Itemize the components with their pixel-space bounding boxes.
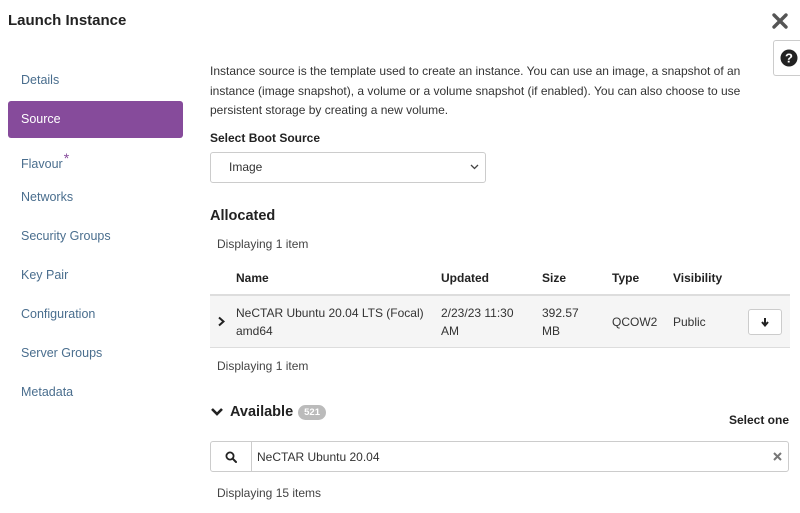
row-name-line2: amd64 xyxy=(236,324,273,338)
table-header: Name Updated Size Type Visibility xyxy=(210,261,790,296)
available-heading: Available xyxy=(230,404,294,420)
search-box xyxy=(210,441,789,472)
step-source[interactable]: Source xyxy=(8,101,183,138)
allocated-count-top: Displaying 1 item xyxy=(217,237,309,251)
step-flavour[interactable]: Flavour* xyxy=(8,140,183,177)
source-description: Instance source is the template used to … xyxy=(210,64,741,117)
arrow-down-icon xyxy=(761,318,769,327)
column-type: Type xyxy=(612,271,640,285)
boot-source-label: Select Boot Source xyxy=(210,131,321,145)
modal-title: Launch Instance xyxy=(8,12,127,29)
column-updated: Updated xyxy=(441,271,489,285)
table-row: NeCTAR Ubuntu 20.04 LTS (Focal) amd64 2/… xyxy=(210,296,790,348)
row-size-line2: MB xyxy=(542,324,560,338)
row-name-line1: NeCTAR Ubuntu 20.04 LTS (Focal) xyxy=(236,306,424,320)
search-button[interactable] xyxy=(211,442,252,471)
step-metadata[interactable]: Metadata xyxy=(8,374,183,411)
step-details[interactable]: Details xyxy=(8,62,183,99)
boot-source-select[interactable]: Image xyxy=(210,152,486,183)
row-type: QCOW2 xyxy=(612,315,658,329)
column-size: Size xyxy=(542,271,567,285)
allocated-count-bottom: Displaying 1 item xyxy=(217,359,309,373)
row-visibility: Public xyxy=(673,315,706,329)
step-networks[interactable]: Networks xyxy=(8,179,183,216)
required-mark: * xyxy=(63,150,70,166)
step-server-groups[interactable]: Server Groups xyxy=(8,335,183,372)
column-name: Name xyxy=(236,271,269,285)
chevron-down-icon xyxy=(470,164,479,170)
clear-icon[interactable] xyxy=(773,452,782,461)
chevron-down-icon xyxy=(211,408,223,416)
row-size-line1: 392.57 xyxy=(542,306,579,320)
available-count: Displaying 15 items xyxy=(217,486,322,500)
source-panel: Instance source is the template used to … xyxy=(210,62,790,500)
available-toggle[interactable]: Available 521 xyxy=(210,404,326,420)
search-icon xyxy=(225,451,237,463)
select-one-label: Select one xyxy=(728,413,789,427)
chevron-right-icon[interactable] xyxy=(217,316,226,327)
allocated-heading: Allocated xyxy=(210,208,276,224)
wizard-steps: Details Source Flavour* Networks Securit… xyxy=(8,62,183,413)
column-visibility: Visibility xyxy=(673,271,723,285)
step-key-pair[interactable]: Key Pair xyxy=(8,257,183,294)
step-security-groups[interactable]: Security Groups xyxy=(8,218,183,255)
search-input[interactable] xyxy=(257,442,757,471)
row-updated-line2: AM xyxy=(441,324,459,338)
boot-source-value: Image xyxy=(229,160,263,174)
step-configuration[interactable]: Configuration xyxy=(8,296,183,333)
close-icon[interactable] xyxy=(771,12,789,30)
row-updated-line1: 2/23/23 11:30 xyxy=(441,306,514,320)
available-count-badge: 521 xyxy=(298,404,326,420)
deallocate-button[interactable] xyxy=(748,309,782,335)
